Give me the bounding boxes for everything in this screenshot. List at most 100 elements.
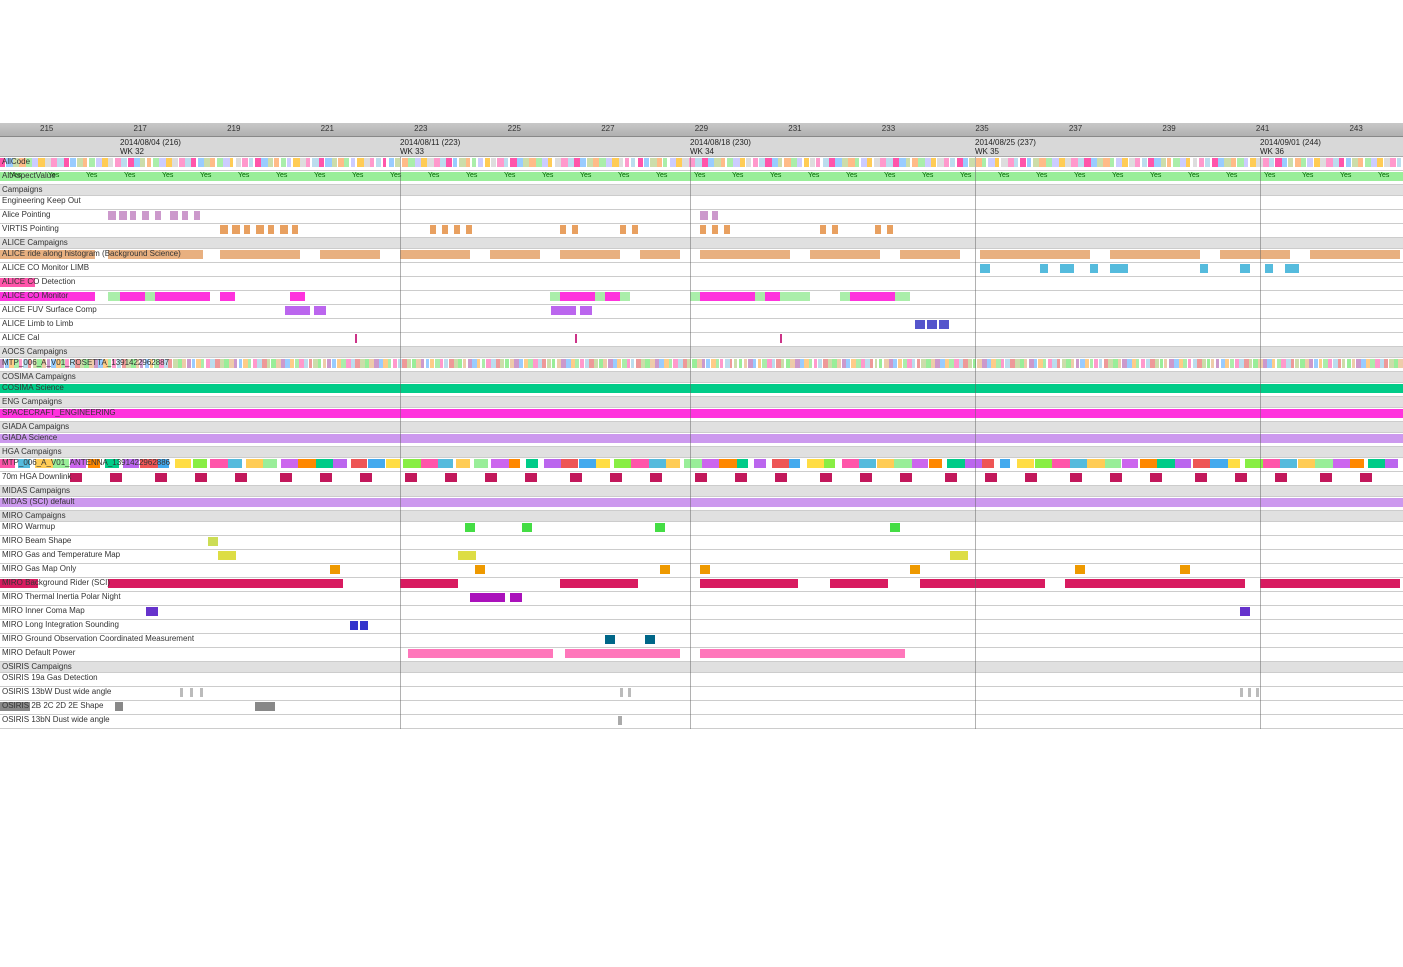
gantt-bar[interactable]	[935, 359, 939, 368]
gantt-bar[interactable]	[1398, 359, 1403, 368]
gantt-bar[interactable]	[687, 359, 690, 368]
gantt-bar[interactable]	[666, 459, 680, 468]
gantt-row[interactable]: MIRO Gas Map Only	[0, 564, 1403, 578]
gantt-bar[interactable]	[1358, 158, 1363, 167]
gantt-bar[interactable]	[1256, 688, 1259, 697]
gantt-bar[interactable]	[405, 473, 417, 482]
gantt-bar[interactable]	[893, 359, 896, 368]
gantt-bar[interactable]	[720, 359, 723, 368]
gantt-bar[interactable]	[89, 158, 94, 167]
gantt-bar[interactable]	[446, 158, 452, 167]
gantt-bar[interactable]	[1249, 359, 1252, 368]
gantt-bar[interactable]	[700, 565, 710, 574]
gantt-row[interactable]: ALICE CO Monitor	[0, 291, 1403, 305]
gantt-bar[interactable]	[632, 225, 638, 234]
gantt-bar[interactable]	[861, 359, 865, 368]
gantt-bar[interactable]	[721, 158, 725, 167]
gantt-bar[interactable]	[1014, 158, 1018, 167]
gantt-bar[interactable]	[1136, 359, 1139, 368]
gantt-bar[interactable]	[1205, 158, 1210, 167]
gantt-bar[interactable]	[1377, 158, 1383, 167]
gantt-bar[interactable]	[617, 359, 621, 368]
gantt-row[interactable]: ENG Campaigns	[0, 397, 1403, 408]
gantt-bar[interactable]	[700, 225, 706, 234]
gantt-bar[interactable]	[142, 211, 149, 220]
gantt-row[interactable]: VIRTIS Pointing	[0, 224, 1403, 238]
gantt-bar[interactable]	[1186, 158, 1190, 167]
gantt-bar[interactable]	[344, 158, 349, 167]
gantt-bar[interactable]	[421, 459, 439, 468]
gantt-bar[interactable]	[780, 334, 782, 343]
gantt-bar[interactable]	[130, 211, 136, 220]
gantt-bar[interactable]	[1339, 158, 1344, 167]
gantt-bar[interactable]	[477, 359, 480, 368]
gantt-bar[interactable]	[1110, 264, 1128, 273]
gantt-bar[interactable]	[1090, 359, 1093, 368]
gantt-bar[interactable]	[201, 359, 204, 368]
gantt-bar[interactable]	[716, 359, 719, 368]
gantt-bar[interactable]	[818, 359, 822, 368]
gantt-bar[interactable]	[393, 359, 397, 368]
gantt-bar[interactable]	[1110, 250, 1200, 259]
gantt-bar[interactable]	[991, 359, 995, 368]
gantt-bar[interactable]	[332, 158, 337, 167]
gantt-bar[interactable]	[1235, 473, 1247, 482]
gantt-bar[interactable]	[1211, 359, 1214, 368]
gantt-bar[interactable]	[712, 225, 718, 234]
gantt-bar[interactable]	[575, 359, 579, 368]
gantt-bar[interactable]	[421, 359, 424, 368]
gantt-bar[interactable]	[1094, 359, 1098, 368]
gantt-bar[interactable]	[649, 459, 666, 468]
gantt-bar[interactable]	[458, 551, 476, 560]
gantt-bar[interactable]	[280, 225, 288, 234]
gantt-bar[interactable]	[645, 635, 655, 644]
gantt-bar[interactable]	[640, 250, 680, 259]
gantt-bar[interactable]	[820, 473, 832, 482]
gantt-bar[interactable]	[1161, 158, 1166, 167]
gantt-bar[interactable]	[386, 459, 400, 468]
gantt-row[interactable]: OSIRIS Campaigns	[0, 662, 1403, 673]
gantt-bar[interactable]	[712, 211, 718, 220]
gantt-bar[interactable]	[191, 158, 196, 167]
gantt-bar[interactable]	[64, 158, 69, 167]
gantt-bar[interactable]	[140, 158, 145, 167]
gantt-bar[interactable]	[1269, 158, 1274, 167]
gantt-bar[interactable]	[1272, 359, 1275, 368]
gantt-bar[interactable]	[906, 158, 911, 167]
gantt-row[interactable]: AOCS Campaigns	[0, 347, 1403, 358]
gantt-bar[interactable]	[560, 225, 566, 234]
gantt-bar[interactable]	[230, 158, 234, 167]
gantt-row[interactable]: ALICE Cal	[0, 333, 1403, 347]
gantt-bar[interactable]	[618, 716, 622, 725]
gantt-bar[interactable]	[867, 158, 872, 167]
gantt-bar[interactable]	[875, 359, 878, 368]
gantt-bar[interactable]	[522, 523, 532, 532]
gantt-bar[interactable]	[1175, 459, 1191, 468]
gantt-bar[interactable]	[408, 649, 553, 658]
gantt-row[interactable]: MIDAS Campaigns	[0, 486, 1403, 497]
gantt-bar[interactable]	[268, 225, 274, 234]
gantt-bar[interactable]	[298, 459, 315, 468]
gantt-bar[interactable]	[0, 409, 1403, 418]
gantt-bar[interactable]	[945, 473, 957, 482]
gantt-row[interactable]: OSIRIS 13bW Dust wide angle	[0, 687, 1403, 701]
gantt-bar[interactable]	[1380, 359, 1384, 368]
gantt-bar[interactable]	[809, 359, 812, 368]
gantt-row[interactable]: ALICE CO Monitor LIMB	[0, 263, 1403, 277]
gantt-bar[interactable]	[982, 158, 986, 167]
gantt-row[interactable]: SPACECRAFT_ENGINEERING	[0, 408, 1403, 422]
gantt-bar[interactable]	[1110, 473, 1122, 482]
gantt-bar[interactable]	[166, 158, 172, 167]
gantt-bar[interactable]	[920, 579, 1045, 588]
gantt-bar[interactable]	[249, 158, 253, 167]
gantt-bar[interactable]	[850, 292, 895, 301]
gantt-bar[interactable]	[172, 158, 178, 167]
gantt-bar[interactable]	[155, 211, 161, 220]
gantt-bar[interactable]	[1075, 565, 1085, 574]
gantt-bar[interactable]	[304, 359, 308, 368]
gantt-bar[interactable]	[734, 359, 737, 368]
gantt-bar[interactable]	[735, 473, 747, 482]
gantt-bar[interactable]	[638, 158, 643, 167]
gantt-row[interactable]: MIRO Default Power	[0, 648, 1403, 662]
gantt-bar[interactable]	[70, 473, 82, 482]
